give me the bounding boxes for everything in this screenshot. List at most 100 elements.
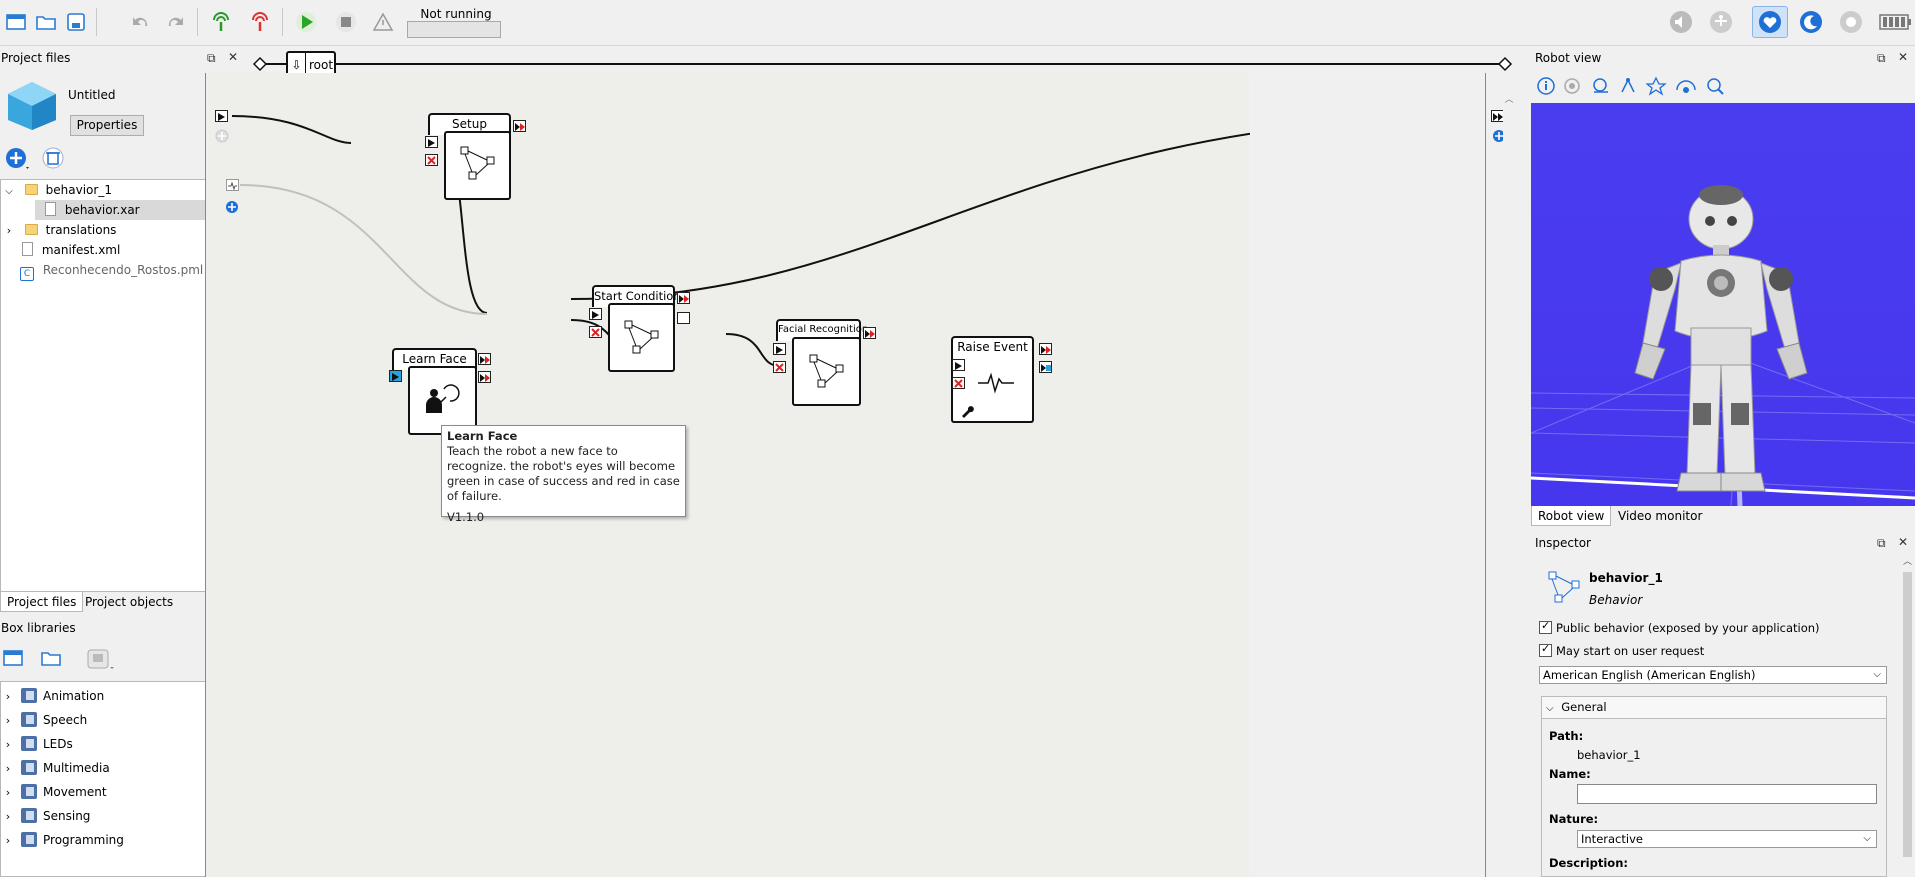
setup-onstop-port[interactable] (425, 154, 438, 166)
tree-item-pml[interactable]: C Reconhecendo_Rostos.pml (20, 260, 203, 281)
info-icon[interactable] (1536, 76, 1556, 96)
properties-button[interactable]: Properties (70, 115, 144, 136)
learn-face-failure-port[interactable] (478, 371, 491, 383)
chevron-right-icon[interactable]: › (1, 807, 15, 827)
nature-select[interactable]: Interactive ⌵ (1577, 830, 1877, 848)
raise-event-stop-port[interactable] (952, 377, 965, 389)
settings-icon[interactable] (1837, 8, 1865, 36)
float-panel-icon[interactable]: ⧉ (207, 48, 216, 68)
library-item[interactable]: › Sensing (1, 806, 90, 826)
chevron-right-icon[interactable]: › (1, 221, 17, 241)
checkbox-checked-icon[interactable] (1539, 619, 1552, 634)
close-panel-icon[interactable]: ✕ (1898, 532, 1908, 552)
language-select[interactable]: American English (American English) ⌵ (1539, 666, 1887, 684)
name-input[interactable] (1577, 784, 1877, 804)
scroll-up-icon[interactable]: ︿ (1503, 92, 1515, 105)
library-item[interactable]: › Speech (1, 710, 87, 730)
stop-icon[interactable] (332, 8, 360, 36)
redo-icon[interactable] (162, 8, 190, 36)
library-item[interactable]: › Multimedia (1, 758, 110, 778)
warning-icon[interactable] (369, 8, 397, 36)
chevron-right-icon[interactable]: › (1, 687, 15, 707)
save-project-icon[interactable] (62, 8, 90, 36)
library-item[interactable]: › Animation (1, 686, 104, 706)
scroll-thumb[interactable] (1903, 572, 1912, 857)
breadcrumb-root-label: root (309, 58, 334, 72)
start-condition-stop-port[interactable] (589, 326, 602, 338)
tab-project-files[interactable]: Project files (0, 592, 84, 612)
project-file-icon: C (20, 267, 34, 281)
scroll-up-icon[interactable]: ︿ (1900, 554, 1915, 567)
raise-event-input-port[interactable] (952, 359, 965, 371)
general-section-header[interactable]: ⌵ General (1542, 697, 1886, 719)
chevron-right-icon[interactable]: › (1, 711, 15, 731)
reset-view-icon[interactable] (1590, 76, 1612, 96)
undo-icon[interactable] (126, 8, 154, 36)
root-input-port[interactable] (215, 110, 228, 122)
library-item-label: Speech (43, 713, 88, 727)
start-condition-input-port[interactable] (589, 308, 602, 320)
learn-face-input-port[interactable] (389, 370, 402, 382)
rest-icon[interactable] (1797, 8, 1825, 36)
tree-item-manifest[interactable]: manifest.xml (22, 240, 120, 260)
float-panel-icon[interactable]: ⧉ (1877, 48, 1886, 68)
start-condition-output-port[interactable] (677, 292, 690, 304)
show-joints-icon[interactable] (1618, 76, 1640, 96)
general-section-label: General (1561, 700, 1607, 714)
open-project-icon[interactable] (32, 8, 60, 36)
open-library-icon[interactable] (40, 648, 64, 673)
library-item[interactable]: › Programming (1, 830, 124, 850)
show-sonar-icon[interactable] (1674, 76, 1700, 96)
setup-onstart-port[interactable] (425, 136, 438, 148)
new-library-icon[interactable] (2, 648, 26, 673)
checkbox-checked-icon[interactable] (1539, 642, 1552, 657)
raise-event-output-port[interactable] (1039, 343, 1052, 355)
animation-mode-icon[interactable] (1707, 8, 1735, 36)
facial-recognition-stop-port[interactable] (773, 361, 786, 373)
tab-video-monitor[interactable]: Video monitor (1612, 506, 1708, 526)
add-event-icon[interactable] (225, 200, 239, 217)
disconnect-icon[interactable] (246, 8, 274, 36)
chevron-right-icon[interactable]: › (1, 759, 15, 779)
add-input-icon[interactable] (215, 129, 229, 146)
float-panel-icon[interactable]: ⧉ (1877, 533, 1886, 553)
new-project-icon[interactable] (2, 8, 30, 36)
chevron-down-icon[interactable]: ⌵ (1, 182, 17, 202)
volume-icon[interactable] (1667, 8, 1695, 36)
tree-item-translations[interactable]: › translations (1, 220, 117, 241)
show-sensors-icon[interactable] (1646, 76, 1668, 96)
learn-face-success-port[interactable] (478, 353, 491, 365)
robot-3d-view[interactable] (1531, 103, 1915, 506)
close-panel-icon[interactable]: ✕ (228, 47, 238, 67)
autonomous-life-icon[interactable] (1752, 6, 1788, 38)
start-condition-value-port[interactable] (677, 312, 690, 324)
box-library-icon (21, 688, 37, 703)
inspector-scrollbar[interactable]: ︿ (1900, 554, 1915, 877)
root-event-port[interactable] (226, 179, 239, 191)
tab-robot-view[interactable]: Robot view (1531, 506, 1612, 526)
raise-event-parameter-port[interactable] (1039, 361, 1052, 373)
facial-recognition-output-port[interactable] (863, 327, 876, 339)
library-item[interactable]: › Movement (1, 782, 107, 802)
learn-face-tooltip: Learn Face Teach the robot a new face to… (441, 425, 686, 524)
connect-icon[interactable] (207, 8, 235, 36)
facial-recognition-input-port[interactable] (773, 343, 786, 355)
delete-file-button[interactable] (40, 147, 66, 174)
chevron-right-icon[interactable]: › (1, 735, 15, 755)
library-item[interactable]: › LEDs (1, 734, 73, 754)
canvas-scrollbar[interactable]: ︿ (1503, 92, 1515, 877)
library-menu-icon[interactable] (86, 648, 116, 675)
tab-project-objects[interactable]: Project objects (79, 592, 179, 612)
play-icon[interactable] (292, 8, 320, 36)
chevron-right-icon[interactable]: › (1, 831, 15, 851)
flow-diagram-canvas[interactable]: Setup Start Condition Facial Recognition (205, 73, 1505, 877)
close-panel-icon[interactable]: ✕ (1898, 47, 1908, 67)
add-file-button[interactable] (4, 147, 32, 174)
zoom-icon[interactable] (1704, 76, 1728, 96)
setup-output-port[interactable] (513, 120, 526, 132)
public-behavior-checkbox[interactable]: Public behavior (exposed by your applica… (1539, 619, 1820, 635)
view-mode-icon[interactable] (1562, 76, 1582, 96)
project-files-title: Project files (1, 51, 71, 65)
may-start-checkbox[interactable]: May start on user request (1539, 642, 1704, 658)
chevron-right-icon[interactable]: › (1, 783, 15, 803)
